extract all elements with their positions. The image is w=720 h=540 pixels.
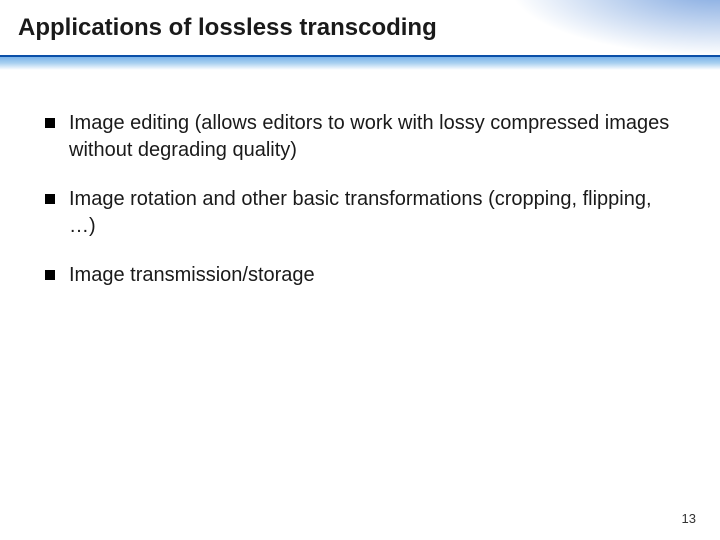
bullet-text: Image rotation and other basic transform… xyxy=(69,186,675,240)
square-bullet-icon xyxy=(45,270,55,280)
title-underline xyxy=(0,55,720,57)
slide-title: Applications of lossless transcoding xyxy=(18,14,437,42)
bullet-item: Image rotation and other basic transform… xyxy=(45,186,675,240)
bullet-text: Image transmission/storage xyxy=(69,262,315,289)
square-bullet-icon xyxy=(45,118,55,128)
square-bullet-icon xyxy=(45,194,55,204)
bullet-item: Image editing (allows editors to work wi… xyxy=(45,110,675,164)
page-number: 13 xyxy=(682,511,696,526)
header-bar: Applications of lossless transcoding xyxy=(0,0,720,70)
header-overlay: Applications of lossless transcoding xyxy=(0,0,720,55)
bullet-item: Image transmission/storage xyxy=(45,262,675,289)
slide-content: Image editing (allows editors to work wi… xyxy=(0,70,720,289)
bullet-text: Image editing (allows editors to work wi… xyxy=(69,110,675,164)
